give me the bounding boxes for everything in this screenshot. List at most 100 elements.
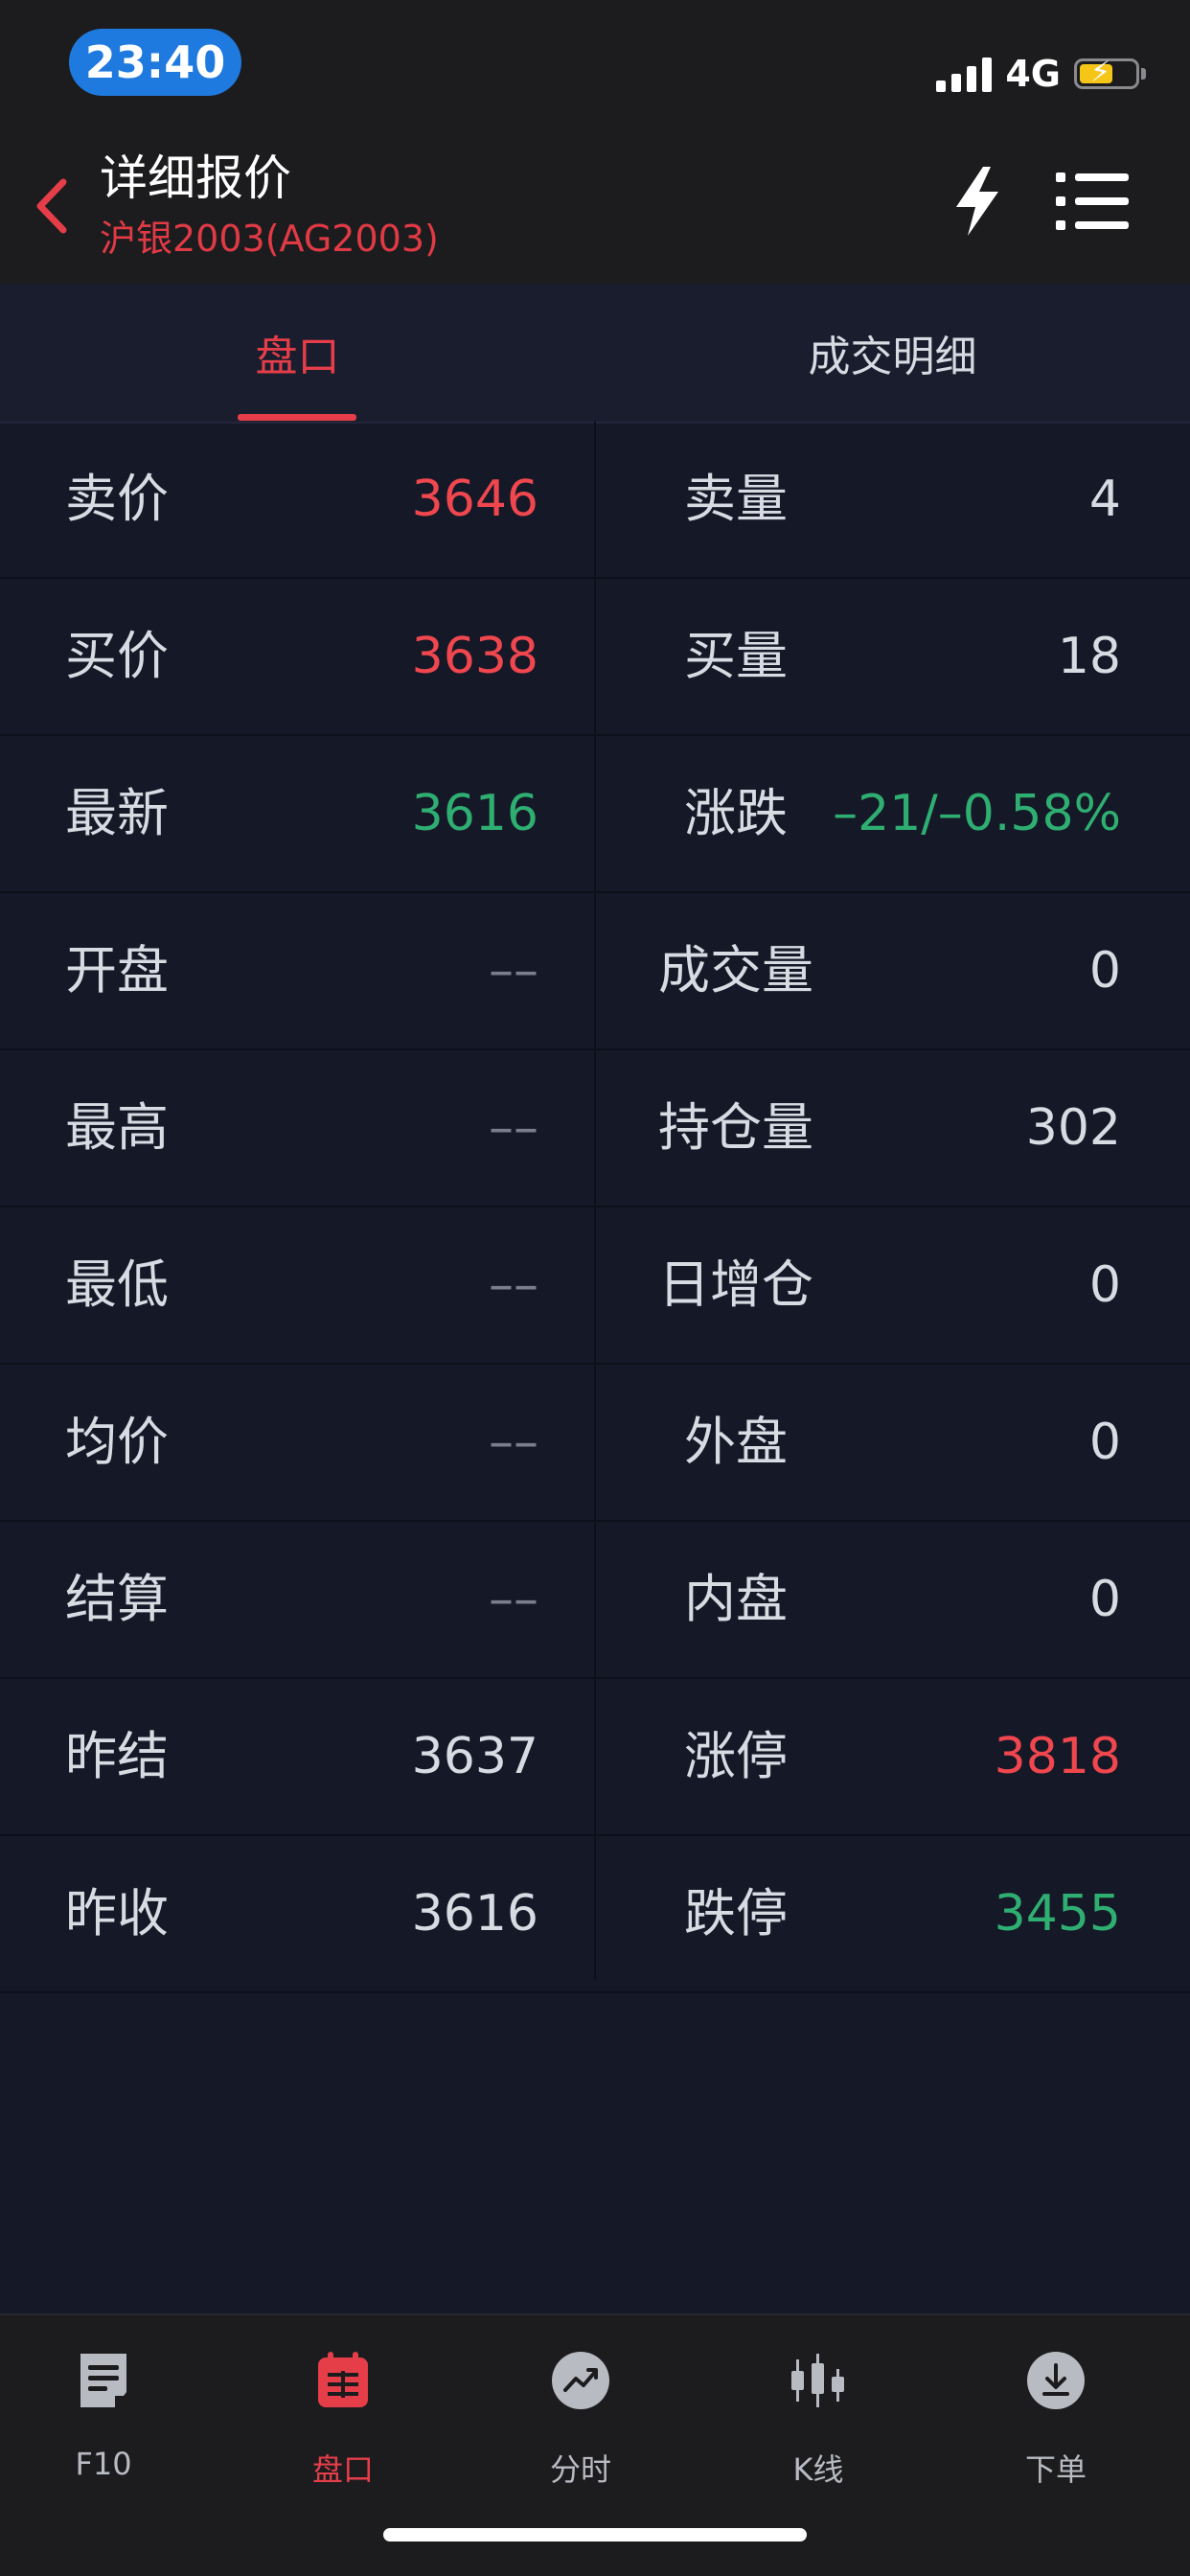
field-label: 昨结 [65,1726,169,1786]
active-tab-indicator [238,414,356,421]
field-value: 3616 [411,1885,538,1943]
quote-row: 卖价 3646 卖量 4 [0,422,1190,579]
quote-row: 买价 3638 买量 18 [0,579,1190,736]
quote-cell-left: 买价 3638 [0,579,594,734]
quote-cell-left: 最新 3616 [0,736,594,891]
quote-cell-right: 涨停 3818 [596,1679,1190,1834]
field-label: 卖价 [65,469,169,529]
quote-cell-right: 内盘 0 [596,1522,1190,1677]
bottom-tab-place-order[interactable]: 下单 [979,2340,1133,2488]
bottom-tab-label: F10 [75,2446,132,2482]
download-icon [1027,2352,1085,2409]
quote-cell-left: 最低 –– [0,1208,594,1363]
field-label: 涨停 [684,1726,788,1786]
signal-icon [936,56,993,92]
status-time: 23:40 [69,29,241,96]
field-value: 3616 [411,785,538,842]
field-label: 最低 [65,1254,169,1315]
field-value: 302 [1025,1099,1121,1157]
field-value: –– [489,1256,538,1314]
menu-button[interactable] [1054,165,1131,238]
orderbook-icon [318,2352,368,2407]
bottom-tab-orderbook[interactable]: 盘口 [266,2340,420,2488]
field-label: 内盘 [684,1569,788,1629]
battery-icon: ⚡ [1074,56,1139,89]
quote-cell-left: 开盘 –– [0,893,594,1048]
quote-row: 开盘 –– 成交量 0 [0,893,1190,1050]
field-label: 开盘 [65,940,169,1000]
quote-row: 最低 –– 日增仓 0 [0,1208,1190,1365]
bottom-tab-timeshare[interactable]: 分时 [504,2340,657,2488]
status-bar: 23:40 4G ⚡ [0,0,1190,125]
field-label: 昨收 [65,1883,169,1944]
field-label: 成交量 [658,940,813,1000]
field-value: 3638 [411,628,538,685]
quote-grid: 卖价 3646 卖量 4 买价 3638 买量 18 最新 3616 涨跌 –21/–0.58% 开盘 –… [0,422,1190,1993]
quote-cell-right: 日增仓 0 [596,1208,1190,1363]
field-label: 外盘 [684,1412,788,1472]
field-value: 0 [1088,942,1121,1000]
page-title: 详细报价 [100,150,291,206]
tab-bar: 盘口 成交明细 [0,284,1190,424]
quote-row: 结算 –– 内盘 0 [0,1522,1190,1679]
nav-header: 详细报价 沪银2003(AG2003) [0,125,1190,284]
field-label: 最新 [65,783,169,843]
list-menu-icon [1056,172,1129,230]
quote-row: 最新 3616 涨跌 –21/–0.58% [0,736,1190,893]
quote-cell-right: 跌停 3455 [596,1836,1190,1991]
chevron-left-icon [36,178,67,234]
field-value: 4 [1088,471,1121,528]
field-value: –– [489,1571,538,1628]
field-value: 0 [1088,1414,1121,1471]
bottom-tab-label: 下单 [1024,2451,1087,2488]
quote-cell-right: 买量 18 [596,579,1190,734]
field-label: 买量 [684,626,788,686]
field-value: 18 [1057,628,1121,685]
trend-icon [552,2352,609,2409]
quote-cell-left: 昨收 3616 [0,1836,594,1991]
network-type: 4G [1005,53,1061,95]
screen: 23:40 4G ⚡ 详细报价 沪银2003(AG2003) 盘口 成交明细 卖… [0,0,1190,2576]
quote-cell-left: 均价 –– [0,1365,594,1520]
quote-cell-right: 持仓量 302 [596,1050,1190,1206]
flash-order-button[interactable] [949,163,1006,240]
quote-cell-right: 外盘 0 [596,1365,1190,1520]
field-label: 持仓量 [658,1097,813,1158]
quote-cell-right: 卖量 4 [596,422,1190,577]
quote-cell-left: 昨结 3637 [0,1679,594,1834]
quote-row: 昨结 3637 涨停 3818 [0,1679,1190,1836]
field-value: –– [489,1099,538,1157]
field-label: 均价 [65,1412,169,1472]
field-label: 跌停 [684,1883,788,1944]
back-button[interactable] [29,172,77,240]
field-label: 买价 [65,626,169,686]
quote-cell-right: 涨跌 –21/–0.58% [596,736,1190,891]
document-icon [80,2354,126,2407]
field-value: 0 [1088,1256,1121,1314]
quote-row: 最高 –– 持仓量 302 [0,1050,1190,1208]
bottom-tab-label: 分时 [549,2451,611,2488]
quote-row: 均价 –– 外盘 0 [0,1365,1190,1522]
field-label: 最高 [65,1097,169,1158]
quote-cell-right: 成交量 0 [596,893,1190,1048]
quote-cell-left: 最高 –– [0,1050,594,1206]
field-value: –– [489,1414,538,1471]
battery-tip [1141,68,1146,80]
field-value: 0 [1088,1571,1121,1628]
status-indicators: 4G ⚡ [936,50,1146,98]
bottom-tab-label: K线 [792,2451,844,2488]
quote-cell-left: 结算 –– [0,1522,594,1677]
field-label: 卖量 [684,469,788,529]
field-label: 日增仓 [658,1254,813,1315]
bottom-tab-kline[interactable]: K线 [742,2340,895,2488]
bottom-tab-f10[interactable]: F10 [27,2340,180,2484]
contract-subtitle: 沪银2003(AG2003) [100,218,439,260]
lightning-icon [956,167,998,236]
quote-cell-left: 卖价 3646 [0,422,594,577]
candlestick-icon [791,2354,844,2407]
field-value: –– [489,942,538,1000]
field-value: –21/–0.58% [833,785,1121,842]
tab-trade-details[interactable]: 成交明细 [595,284,1190,422]
tab-orderbook[interactable]: 盘口 [0,284,595,422]
quote-row: 昨收 3616 跌停 3455 [0,1836,1190,1993]
